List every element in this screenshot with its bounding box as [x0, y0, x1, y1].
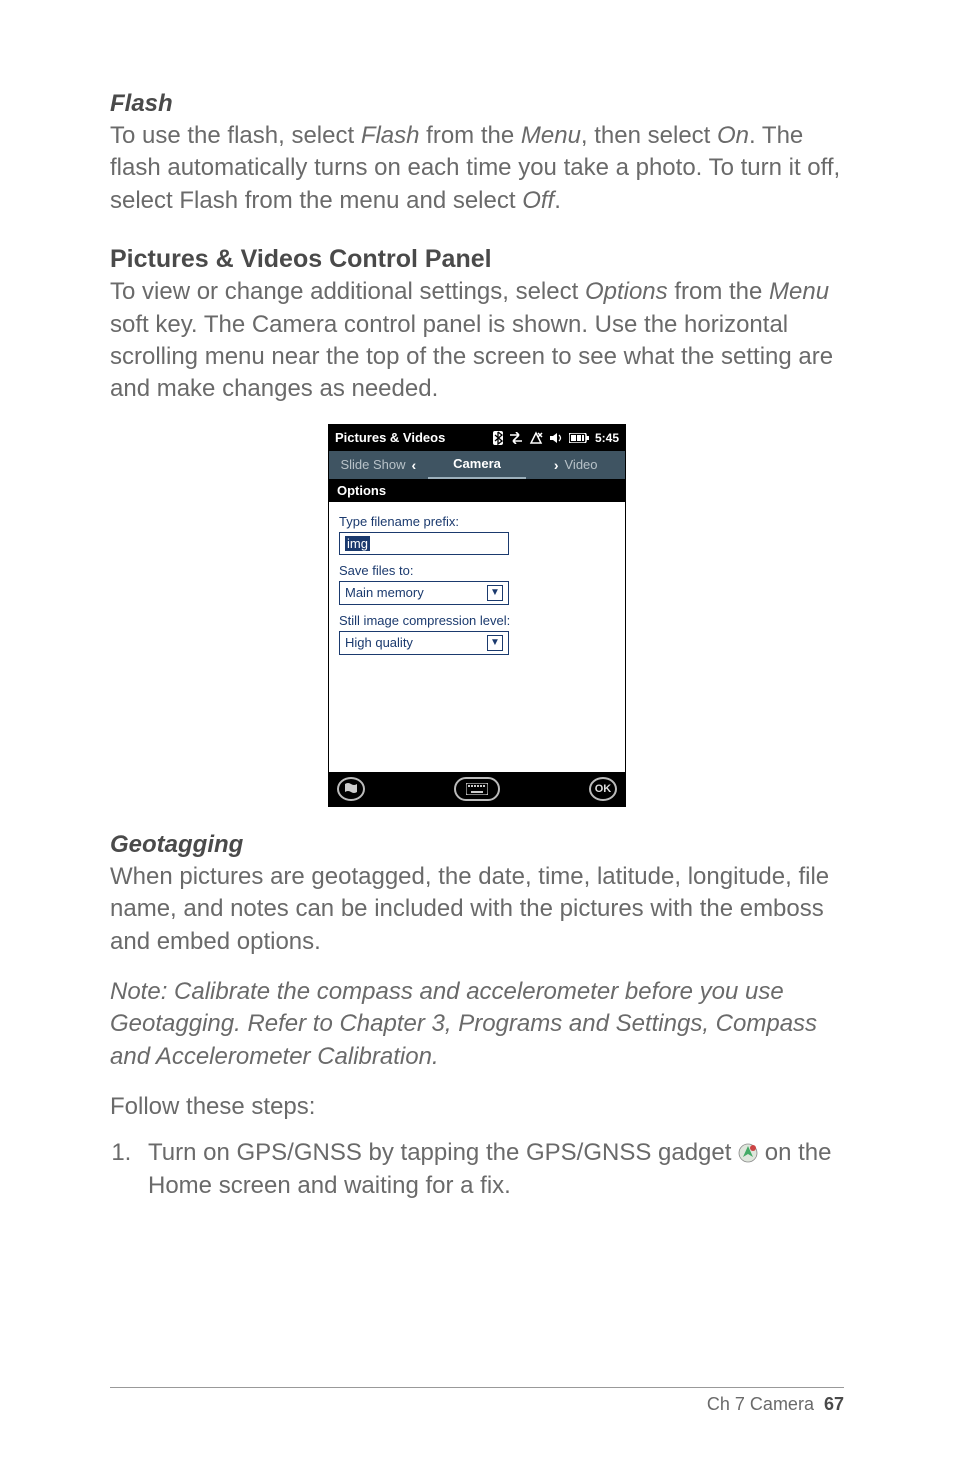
battery-icon	[569, 433, 589, 443]
menu-word: Menu	[521, 122, 581, 149]
sync-icon	[509, 432, 523, 444]
options-subhead: Options	[329, 479, 625, 502]
prefix-input[interactable]: img	[339, 532, 509, 555]
saveto-label: Save files to:	[339, 563, 615, 578]
page-footer: Ch 7 Camera 67	[110, 1387, 844, 1415]
flash-word: Flash	[361, 122, 420, 149]
options-body: Type filename prefix: img Save files to:…	[329, 502, 625, 772]
flash-heading: Flash	[110, 90, 844, 118]
clock: 5:45	[595, 431, 619, 445]
gps-gadget-icon	[738, 1143, 758, 1163]
steps-list: Turn on GPS/GNSS by tapping the GPS/GNSS…	[110, 1137, 844, 1202]
text: To view or change additional settings, s…	[110, 278, 585, 305]
text: soft key. The Camera control panel is sh…	[110, 311, 833, 403]
step-text: Turn on GPS/GNSS by tapping the GPS/GNSS…	[148, 1139, 738, 1166]
text: from the	[420, 122, 521, 149]
saveto-select[interactable]: Main memory ▼	[339, 581, 509, 605]
geotag-body: When pictures are geotagged, the date, t…	[110, 861, 844, 958]
chevron-left-icon: ‹	[412, 457, 417, 473]
text: , then select	[581, 122, 717, 149]
compress-label: Still image compression level:	[339, 613, 615, 628]
step-1: Turn on GPS/GNSS by tapping the GPS/GNSS…	[138, 1137, 844, 1202]
on-word: On	[717, 122, 749, 149]
panel-body: To view or change additional settings, s…	[110, 276, 844, 406]
prefix-value: img	[345, 536, 370, 551]
saveto-value: Main memory	[345, 585, 424, 600]
volume-icon	[549, 432, 563, 444]
titlebar: Pictures & Videos 5:45	[329, 425, 625, 451]
compress-value: High quality	[345, 635, 413, 650]
windows-flag-icon	[343, 781, 359, 797]
tab-label: Video	[565, 457, 598, 472]
tab-strip: Slide Show ‹ Camera › Video	[329, 451, 625, 479]
geotag-heading: Geotagging	[110, 831, 844, 859]
off-word: Off	[522, 187, 554, 214]
tab-label: Camera	[453, 456, 501, 471]
keyboard-button[interactable]	[454, 777, 500, 801]
tab-video[interactable]: › Video	[526, 451, 625, 479]
ok-button[interactable]: OK	[589, 777, 617, 801]
text: .	[554, 187, 561, 214]
compress-select[interactable]: High quality ▼	[339, 631, 509, 655]
geotag-note: Note: Calibrate the compass and accelero…	[110, 976, 844, 1073]
follow-steps: Follow these steps:	[110, 1091, 844, 1123]
dropdown-icon[interactable]: ▼	[487, 635, 503, 651]
tab-slideshow[interactable]: Slide Show ‹	[329, 451, 428, 479]
chapter-label: Ch 7 Camera	[707, 1394, 814, 1414]
window-title: Pictures & Videos	[335, 430, 445, 445]
text: from the	[668, 278, 769, 305]
text: To use the flash, select	[110, 122, 361, 149]
menu-word: Menu	[769, 278, 829, 305]
start-button[interactable]	[337, 777, 365, 801]
chevron-right-icon: ›	[554, 457, 559, 473]
signal-x-icon	[529, 431, 543, 445]
flash-body: To use the flash, select Flash from the …	[110, 120, 844, 217]
dropdown-icon[interactable]: ▼	[487, 585, 503, 601]
status-icons: 5:45	[493, 431, 619, 445]
options-word: Options	[585, 278, 668, 305]
page-number: 67	[824, 1394, 844, 1414]
panel-heading: Pictures & Videos Control Panel	[110, 245, 844, 274]
bottom-bar: OK	[329, 772, 625, 806]
prefix-label: Type filename prefix:	[339, 514, 615, 529]
tab-camera[interactable]: Camera	[428, 451, 527, 479]
device-screenshot: Pictures & Videos 5:45 Slide Show ‹ Came…	[328, 424, 626, 807]
tab-label: Slide Show	[340, 457, 405, 472]
keyboard-icon	[466, 783, 488, 795]
bluetooth-icon	[493, 431, 503, 445]
